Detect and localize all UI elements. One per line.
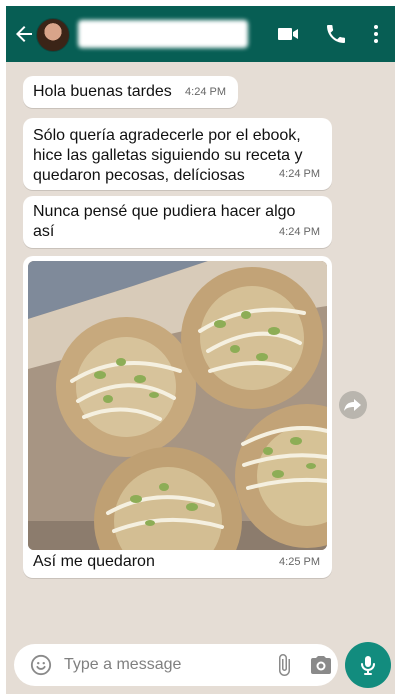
message-text: Hola buenas tardes: [33, 83, 172, 100]
mic-icon: [361, 656, 375, 675]
message-text: Sólo quería agradecerle por el ebook, hi…: [33, 127, 303, 184]
chat-screen: Hola buenas tardes 4:24 PM Sólo quería a…: [6, 6, 395, 694]
photo-cookies-image[interactable]: [28, 261, 327, 550]
message-time: 4:24 PM: [279, 226, 320, 238]
message-bubble[interactable]: Nunca pensé que pudiera hacer algo así 4…: [23, 196, 332, 248]
video-call-icon[interactable]: [276, 22, 300, 46]
chat-header: [6, 6, 395, 62]
arrow-back-icon[interactable]: [12, 22, 36, 46]
message-time: 4:24 PM: [279, 168, 320, 180]
message-bubble[interactable]: Hola buenas tardes 4:24 PM: [23, 76, 238, 108]
paperclip-icon[interactable]: [272, 653, 296, 677]
camera-icon[interactable]: [309, 654, 333, 676]
contact-name-redacted[interactable]: [78, 20, 248, 48]
image-message-bubble[interactable]: Así me quedaron 4:25 PM: [23, 256, 332, 578]
message-input[interactable]: Type a message: [64, 656, 181, 674]
message-text: Nunca pensé que pudiera hacer algo así: [33, 203, 296, 240]
forward-button[interactable]: [339, 391, 367, 419]
more-vert-icon[interactable]: [364, 22, 388, 46]
emoji-icon[interactable]: [30, 654, 52, 676]
message-list: Hola buenas tardes 4:24 PM Sólo quería a…: [6, 62, 395, 640]
message-time: 4:24 PM: [185, 86, 226, 98]
phone-icon[interactable]: [324, 22, 348, 46]
avatar[interactable]: [36, 18, 70, 52]
voice-message-button[interactable]: [345, 642, 391, 688]
message-input-bar: Type a message: [14, 644, 338, 686]
message-bubble[interactable]: Sólo quería agradecerle por el ebook, hi…: [23, 118, 332, 190]
forward-icon: [344, 399, 361, 411]
message-time: 4:25 PM: [279, 556, 320, 568]
message-text: Así me quedaron: [33, 553, 155, 570]
cookies-illustration: [28, 261, 327, 550]
